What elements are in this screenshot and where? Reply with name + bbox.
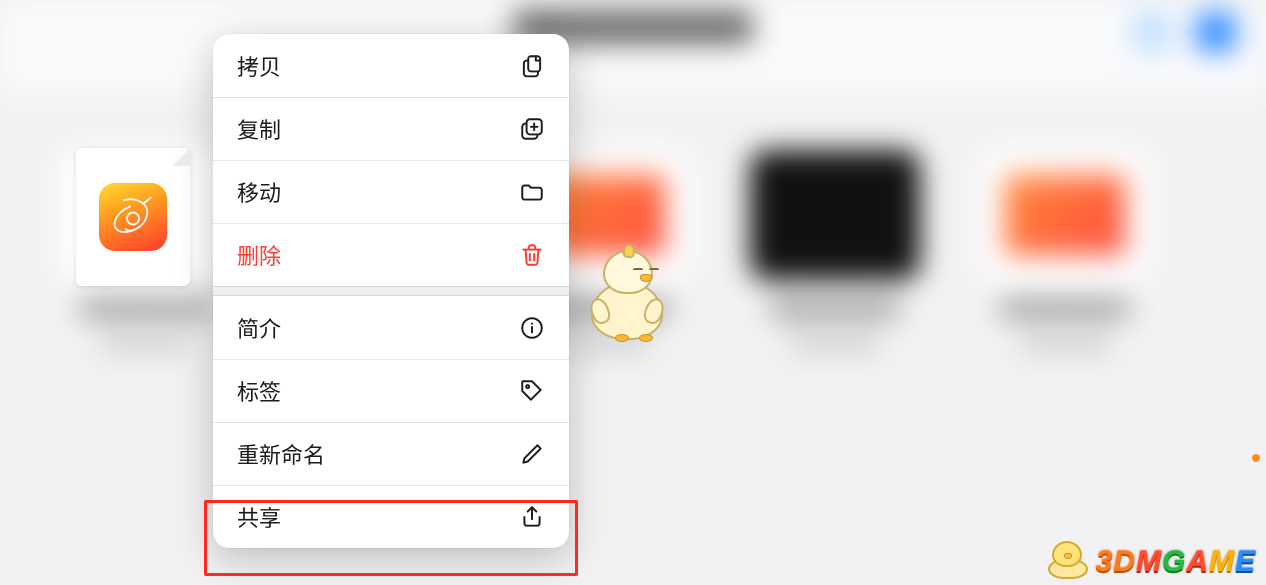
menu-item-label: 共享 bbox=[237, 501, 281, 533]
share-icon bbox=[519, 504, 545, 530]
tag-icon bbox=[519, 378, 545, 404]
menu-item-label: 标签 bbox=[237, 375, 281, 407]
pencil-icon bbox=[519, 441, 545, 467]
watermark-text: 3DMGAME bbox=[1096, 545, 1256, 579]
selected-file-thumbnail[interactable] bbox=[76, 148, 190, 286]
info-circle-icon bbox=[519, 315, 545, 341]
menu-item-duplicate[interactable]: 复制 bbox=[213, 97, 569, 160]
menu-item-share[interactable]: 共享 bbox=[213, 485, 569, 548]
trash-icon bbox=[519, 242, 545, 268]
plus-square-icon bbox=[519, 116, 545, 142]
menu-item-label: 移动 bbox=[237, 176, 281, 208]
menu-item-info[interactable]: 简介 bbox=[213, 296, 569, 359]
menu-item-tags[interactable]: 标签 bbox=[213, 359, 569, 422]
menu-item-copy[interactable]: 拷贝 bbox=[213, 34, 569, 97]
doc-on-doc-icon bbox=[519, 53, 545, 79]
menu-item-move[interactable]: 移动 bbox=[213, 160, 569, 223]
menu-item-label: 拷贝 bbox=[237, 50, 281, 82]
mascot-chick-icon bbox=[585, 250, 669, 340]
chick-icon bbox=[1046, 539, 1090, 579]
watermark: 3DMGAME bbox=[1046, 539, 1256, 579]
garageband-icon bbox=[99, 183, 167, 251]
menu-separator bbox=[213, 286, 569, 296]
menu-item-delete[interactable]: 删除 bbox=[213, 223, 569, 286]
menu-item-label: 复制 bbox=[237, 113, 281, 145]
context-menu: 拷贝 复制 移动 删除 bbox=[213, 34, 569, 548]
decorative-dot bbox=[1252, 454, 1260, 462]
menu-item-label: 删除 bbox=[237, 239, 281, 271]
menu-item-label: 简介 bbox=[237, 312, 281, 344]
folder-icon bbox=[519, 179, 545, 205]
menu-item-label: 重新命名 bbox=[237, 438, 325, 470]
menu-item-rename[interactable]: 重新命名 bbox=[213, 422, 569, 485]
